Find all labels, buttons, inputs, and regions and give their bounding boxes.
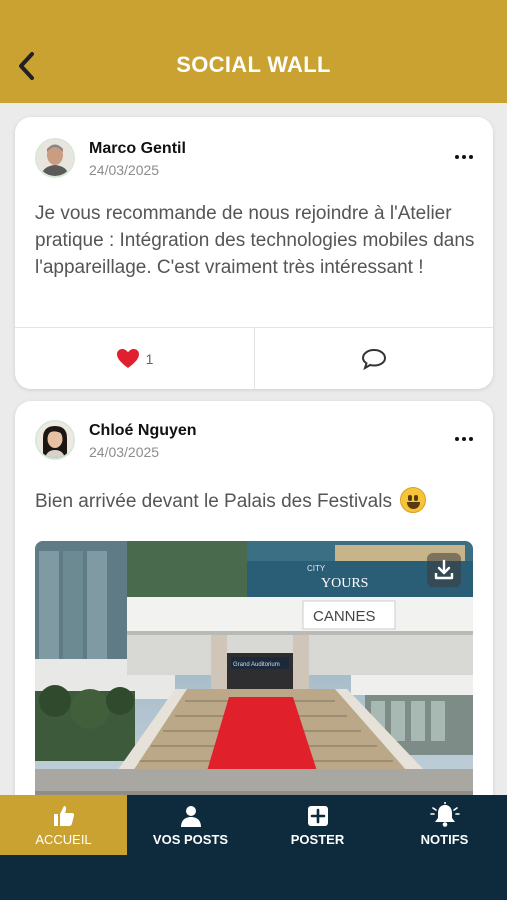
plus-square-icon [307, 806, 328, 826]
tab-accueil[interactable]: ACCUEIL [0, 795, 127, 855]
dot-icon [462, 155, 466, 159]
svg-text:Grand Auditorium: Grand Auditorium [233, 662, 280, 668]
tab-label: POSTER [290, 832, 345, 847]
download-button[interactable] [427, 553, 461, 587]
tab-label: VOS POSTS [152, 832, 229, 847]
thumbs-up-icon [53, 806, 74, 826]
more-options-button[interactable] [453, 429, 475, 449]
post-actions: 1 [15, 327, 493, 389]
comment-button[interactable] [255, 328, 493, 389]
post-card: Chloé Nguyen 24/03/2025 Bien arrivée dev… [15, 401, 493, 795]
post-text: Bien arrivée devant le Palais des Festiv… [35, 487, 477, 515]
avatar[interactable] [35, 420, 75, 460]
post-image[interactable]: CITY YOURS CANNES Grand Auditorium [35, 541, 473, 795]
svg-text:CANNES: CANNES [313, 608, 376, 625]
dot-icon [455, 155, 459, 159]
more-options-button[interactable] [453, 147, 475, 167]
like-button[interactable]: 1 [15, 328, 254, 389]
dot-icon [462, 437, 466, 441]
svg-text:CITY: CITY [307, 564, 326, 573]
tab-vos-posts[interactable]: VOS POSTS [127, 795, 254, 855]
app-header: SOCIAL WALL [0, 0, 507, 103]
tab-notifs[interactable]: NOTIFS [381, 795, 507, 855]
bell-icon [429, 802, 460, 827]
grinning-face-emoji-icon [399, 487, 426, 513]
dot-icon [469, 437, 473, 441]
post-author[interactable]: Marco Gentil [89, 140, 186, 158]
palais-des-festivals-photo: CITY YOURS CANNES Grand Auditorium [35, 541, 473, 795]
heart-icon [116, 349, 139, 368]
tab-label: ACCUEIL [35, 832, 92, 847]
comment-icon [361, 348, 387, 370]
user-icon [180, 806, 201, 827]
post-text: Je vous recommande de nous rejoindre à l… [35, 203, 475, 278]
dot-icon [455, 437, 459, 441]
social-feed[interactable]: Marco Gentil 24/03/2025 Je vous recomman… [0, 103, 507, 795]
like-count: 1 [145, 350, 154, 367]
tab-poster[interactable]: POSTER [254, 795, 381, 855]
post-card: Marco Gentil 24/03/2025 Je vous recomman… [15, 117, 493, 389]
svg-text:YOURS: YOURS [321, 576, 368, 591]
post-date: 24/03/2025 [89, 162, 160, 178]
tab-label: NOTIFS [420, 832, 469, 847]
post-author[interactable]: Chloé Nguyen [89, 422, 197, 440]
dot-icon [469, 155, 473, 159]
post-text-content: Bien arrivée devant le Palais des Festiv… [35, 491, 392, 512]
page-title: SOCIAL WALL [176, 52, 331, 77]
avatar[interactable] [35, 138, 75, 178]
download-icon [434, 559, 454, 580]
post-date: 24/03/2025 [89, 444, 160, 460]
bottom-tab-bar: ACCUEIL VOS POSTS POSTER NOTIFS [0, 795, 507, 900]
